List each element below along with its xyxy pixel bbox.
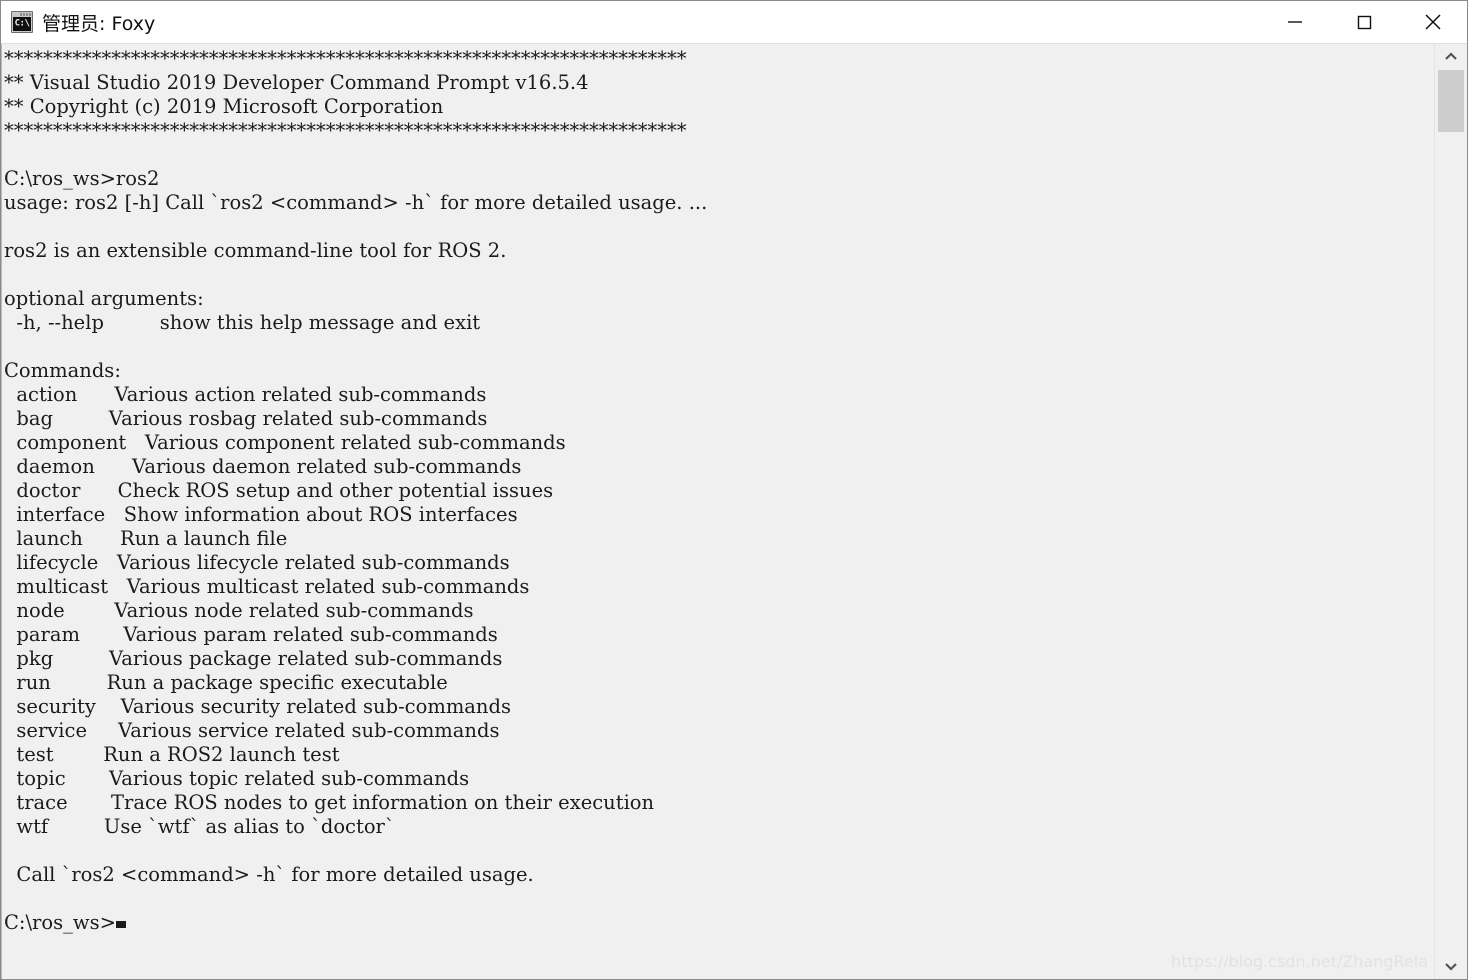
terminal-line: daemon Various daemon related sub-comman… — [4, 455, 522, 478]
scroll-down-button[interactable] — [1435, 953, 1467, 979]
terminal-line: security Various security related sub-co… — [4, 695, 511, 718]
console-window: C:\ 管理员: Foxy **************************… — [0, 0, 1468, 980]
watermark-text: https://blog.csdn.net/ZhangRela — [1171, 952, 1428, 971]
prompt-text: C:\ros_ws> — [4, 911, 116, 934]
terminal-line: ** Visual Studio 2019 Developer Command … — [4, 71, 589, 94]
maximize-button[interactable] — [1329, 1, 1398, 43]
terminal-line: action Various action related sub-comman… — [4, 383, 487, 406]
terminal-prompt-line: C:\ros_ws> — [4, 911, 707, 935]
terminal-line: interface Show information about ROS int… — [4, 503, 518, 526]
terminal-line: ****************************************… — [4, 119, 687, 142]
terminal-line: bag Various rosbag related sub-commands — [4, 407, 488, 430]
terminal-line: pkg Various package related sub-commands — [4, 647, 503, 670]
terminal-line: optional arguments: — [4, 287, 204, 310]
terminal-line: ** Copyright (c) 2019 Microsoft Corporat… — [4, 95, 444, 118]
cmd-icon-prompt-text: C:\ — [14, 18, 30, 28]
terminal-line: ros2 is an extensible command-line tool … — [4, 239, 507, 262]
terminal-line: launch Run a launch file — [4, 527, 288, 550]
terminal-output-area[interactable]: ****************************************… — [1, 44, 1434, 979]
text-cursor — [115, 921, 126, 928]
terminal-line: trace Trace ROS nodes to get information… — [4, 791, 655, 814]
minimize-button[interactable] — [1260, 1, 1329, 43]
terminal-text: ****************************************… — [2, 44, 707, 935]
maximize-icon — [1357, 15, 1371, 30]
title-bar: C:\ 管理员: Foxy — [1, 1, 1467, 44]
scrollbar-track[interactable] — [1435, 70, 1467, 953]
close-icon — [1424, 14, 1441, 30]
terminal-line: wtf Use `wtf` as alias to `doctor` — [4, 815, 395, 838]
terminal-line: C:\ros_ws>ros2 — [4, 167, 160, 190]
close-button[interactable] — [1398, 1, 1467, 43]
cmd-icon-screen: C:\ — [13, 17, 31, 31]
vertical-scrollbar[interactable] — [1434, 44, 1467, 979]
terminal-line: multicast Various multicast related sub-… — [4, 575, 530, 598]
scroll-up-arrow-icon — [1445, 52, 1457, 60]
scroll-up-button[interactable] — [1435, 44, 1467, 70]
scroll-thumb[interactable] — [1438, 70, 1464, 132]
terminal-line: doctor Check ROS setup and other potenti… — [4, 479, 554, 502]
terminal-line: Call `ros2 <command> -h` for more detail… — [4, 863, 534, 886]
cmd-icon-titlebar-stripe — [20, 13, 31, 16]
terminal-line: topic Various topic related sub-commands — [4, 767, 470, 790]
terminal-line: component Various component related sub-… — [4, 431, 566, 454]
terminal-line: test Run a ROS2 launch test — [4, 743, 340, 766]
terminal-line: param Various param related sub-commands — [4, 623, 498, 646]
terminal-line: lifecycle Various lifecycle related sub-… — [4, 551, 510, 574]
terminal-line: service Various service related sub-comm… — [4, 719, 500, 742]
terminal-line: Commands: — [4, 359, 121, 382]
terminal-line: usage: ros2 [-h] Call `ros2 <command> -h… — [4, 191, 708, 214]
window-body: ****************************************… — [1, 44, 1467, 979]
window-title: 管理员: Foxy — [42, 12, 156, 35]
scroll-down-arrow-icon — [1445, 963, 1457, 971]
terminal-line: ****************************************… — [4, 47, 687, 70]
window-controls — [1260, 1, 1467, 43]
terminal-line: node Various node related sub-commands — [4, 599, 474, 622]
minimize-icon — [1287, 21, 1302, 23]
cmd-icon: C:\ — [11, 11, 33, 33]
terminal-line: -h, --help show this help message and ex… — [4, 311, 481, 334]
terminal-line: run Run a package specific executable — [4, 671, 448, 694]
